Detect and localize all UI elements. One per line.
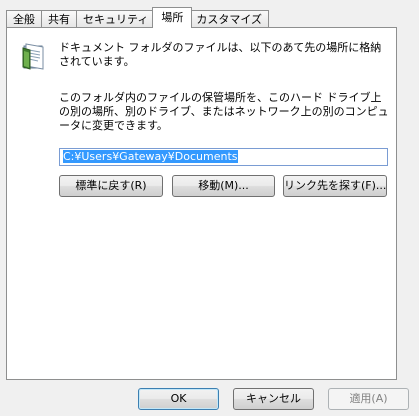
tab-location[interactable]: 場所	[152, 7, 193, 28]
documents-folder-icon	[22, 43, 44, 70]
cancel-button[interactable]: キャンセル	[233, 388, 314, 410]
tab-security[interactable]: セキュリティ	[76, 10, 156, 28]
location-tab-panel: ドキュメント フォルダのファイルは、以下のあて先の場所に格納されています。 この…	[6, 27, 397, 380]
tab-customize[interactable]: カスタマイズ	[189, 10, 270, 28]
find-target-button[interactable]: リンク先を探す(F)...	[283, 175, 387, 197]
apply-button[interactable]: 適用(A)	[328, 388, 409, 410]
tab-strip: 全般 共有 セキュリティ 場所 カスタマイズ	[6, 7, 270, 28]
description-text: このフォルダ内のファイルの保管場所を、このハード ドライブ上の別の場所、別のドラ…	[59, 91, 389, 132]
intro-text: ドキュメント フォルダのファイルは、以下のあて先の場所に格納されています。	[59, 41, 382, 68]
selected-path-text: C:¥Users¥Gateway¥Documents	[63, 150, 238, 163]
restore-default-button[interactable]: 標準に戻す(R)	[59, 175, 163, 197]
move-button[interactable]: 移動(M)...	[172, 175, 275, 197]
ok-button[interactable]: OK	[138, 388, 219, 410]
tab-general[interactable]: 全般	[6, 10, 42, 28]
tab-sharing[interactable]: 共有	[41, 10, 77, 28]
location-path-input[interactable]: C:¥Users¥Gateway¥Documents	[59, 148, 388, 166]
